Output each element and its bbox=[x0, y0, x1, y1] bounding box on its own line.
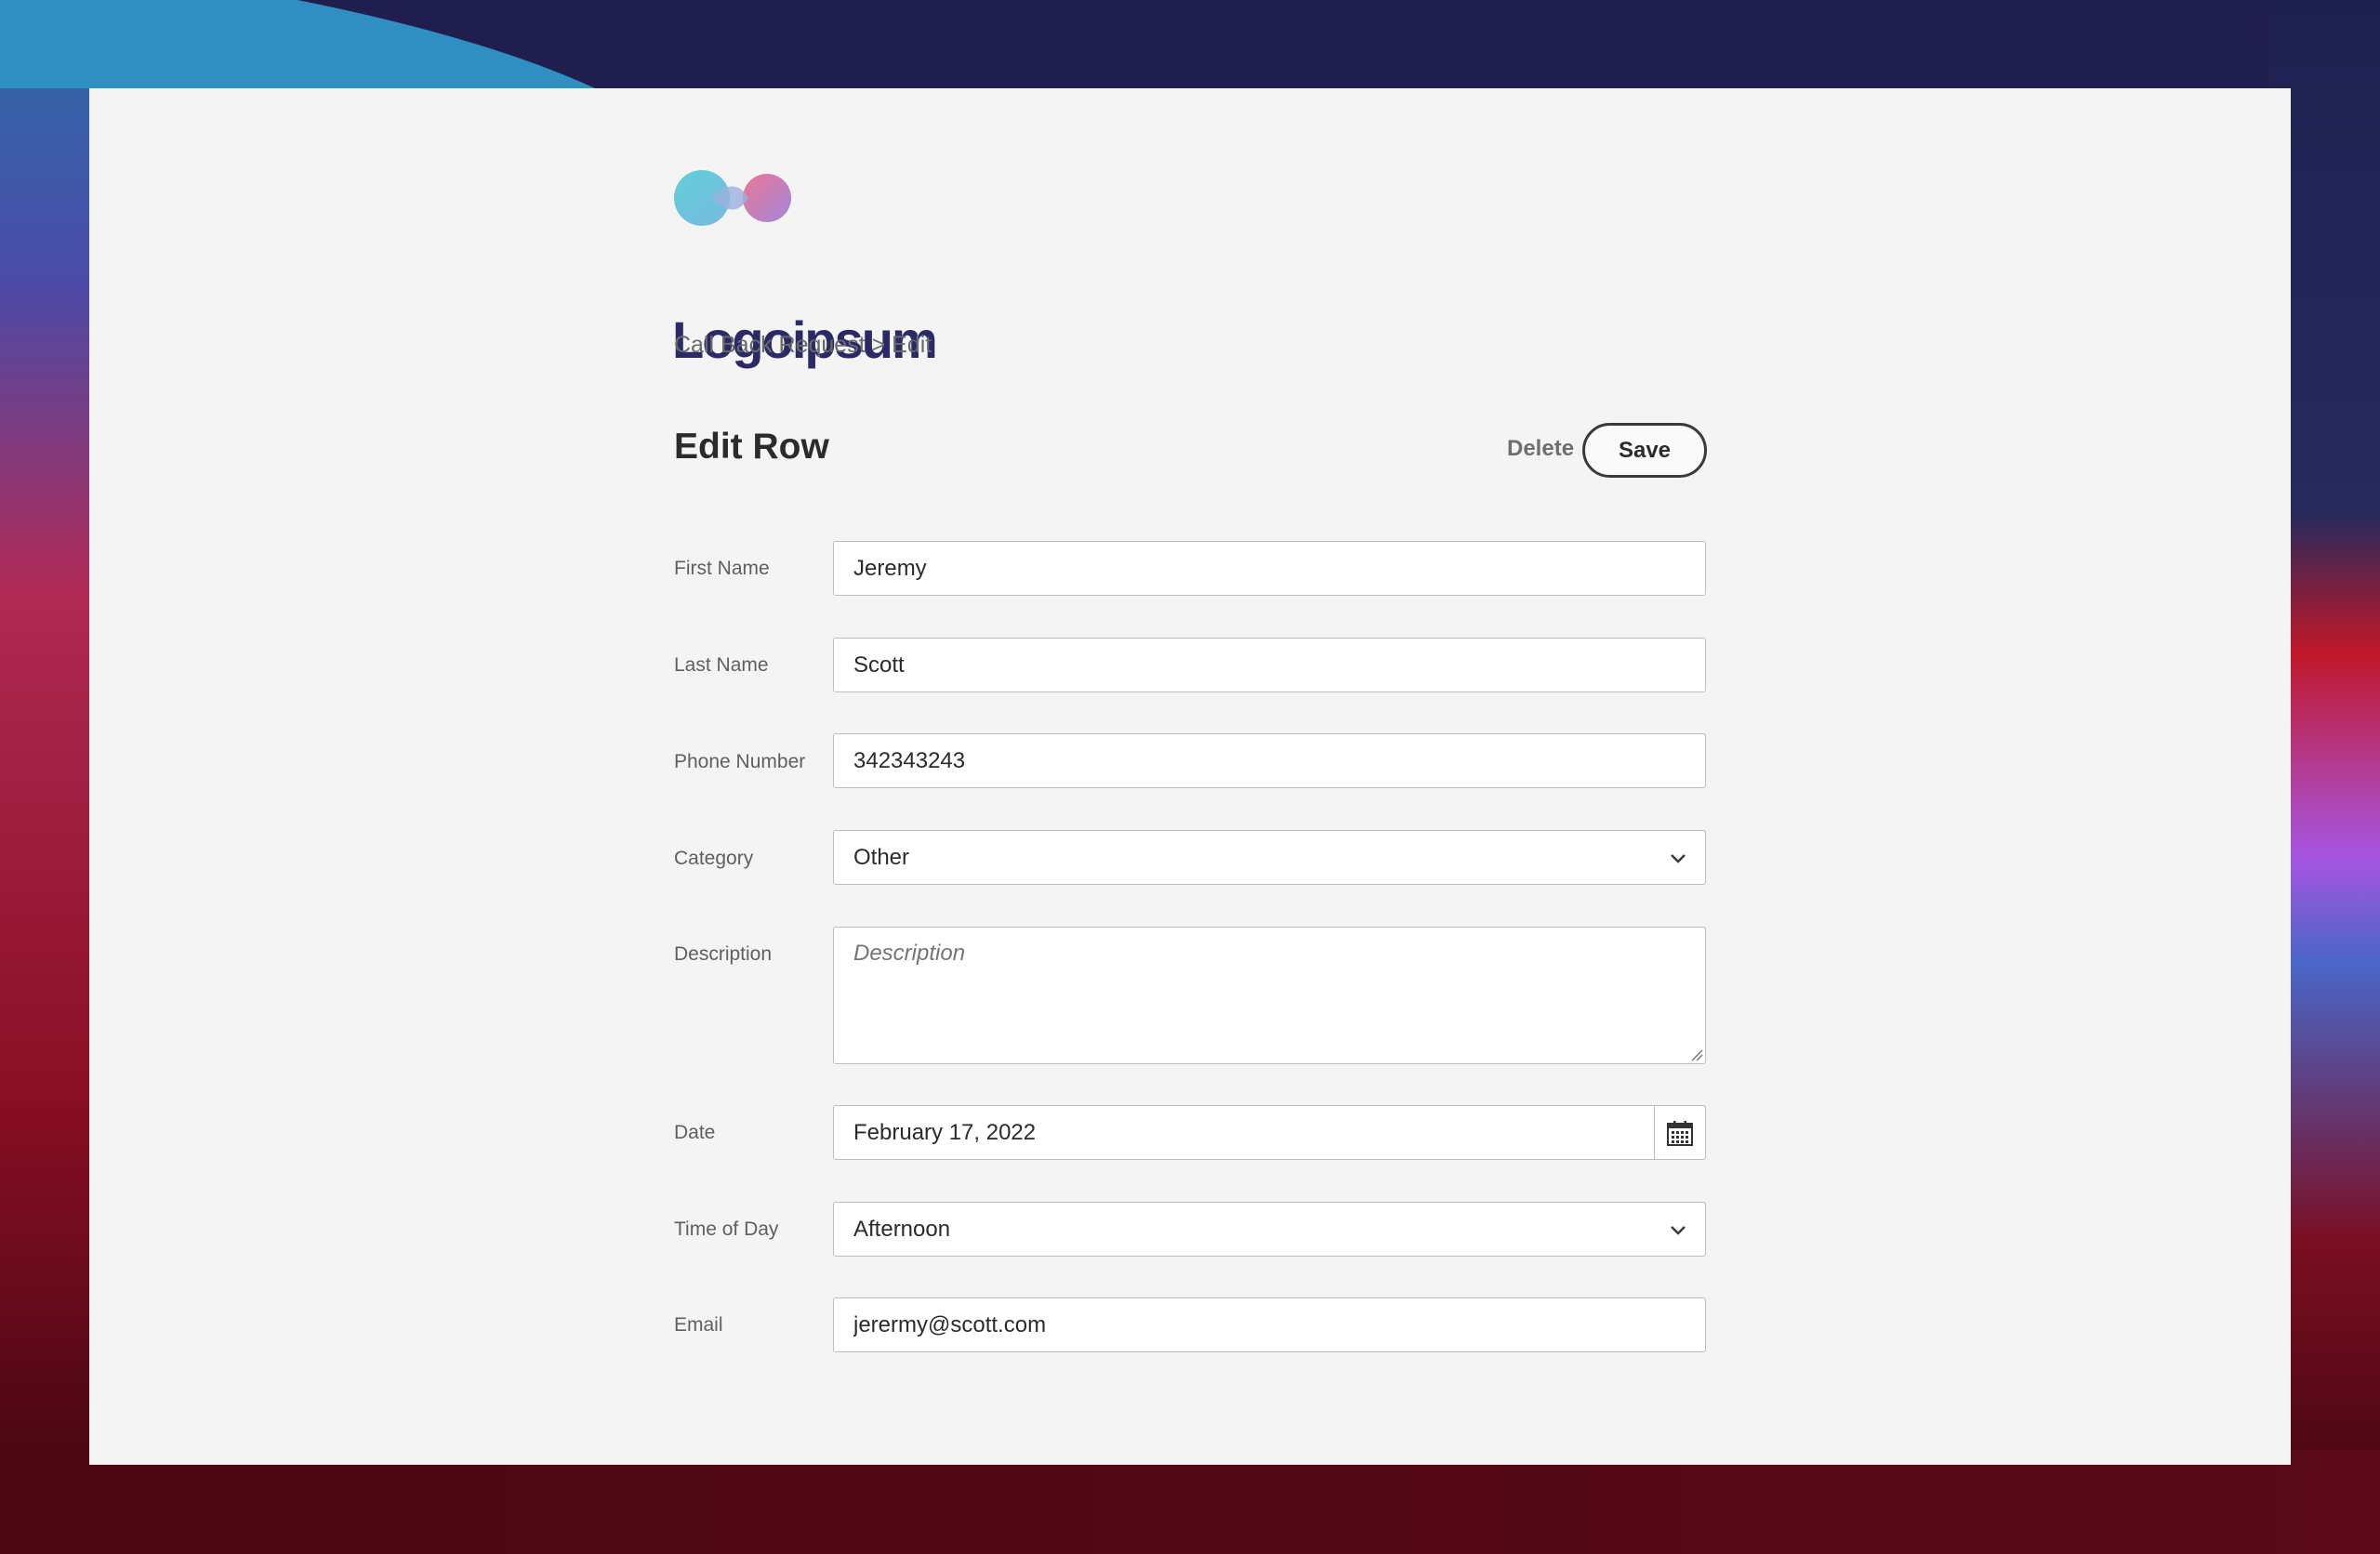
breadcrumb: Call Back Request > Edit bbox=[674, 332, 932, 359]
page-title: Edit Row bbox=[674, 427, 829, 467]
email-label: Email bbox=[674, 1314, 723, 1336]
phone-number-label: Phone Number bbox=[674, 751, 806, 772]
email-field[interactable] bbox=[833, 1297, 1706, 1352]
breadcrumb-parent-link[interactable]: Call Back Request bbox=[674, 332, 866, 358]
time-of-day-label: Time of Day bbox=[674, 1218, 779, 1240]
date-field[interactable] bbox=[833, 1105, 1655, 1160]
phone-number-field[interactable] bbox=[833, 733, 1706, 788]
resize-grip-icon[interactable] bbox=[1690, 1048, 1703, 1061]
save-button[interactable]: Save bbox=[1582, 423, 1707, 478]
date-picker bbox=[833, 1105, 1706, 1160]
time-of-day-selected-value: Afternoon bbox=[853, 1216, 951, 1242]
chevron-down-icon bbox=[1671, 1226, 1686, 1235]
breadcrumb-separator: > bbox=[871, 332, 886, 358]
delete-button[interactable]: Delete bbox=[1507, 430, 1574, 468]
app-window: Logoipsum Call Back Request > Edit Edit … bbox=[89, 88, 2291, 1465]
last-name-label: Last Name bbox=[674, 654, 769, 676]
description-field[interactable] bbox=[833, 927, 1706, 1064]
time-of-day-select[interactable]: Afternoon bbox=[833, 1202, 1706, 1257]
calendar-icon bbox=[1667, 1120, 1693, 1146]
date-label: Date bbox=[674, 1122, 716, 1143]
category-label: Category bbox=[674, 848, 754, 869]
logo: Logoipsum bbox=[672, 170, 938, 369]
breadcrumb-current: Edit bbox=[892, 332, 932, 358]
last-name-field[interactable] bbox=[833, 638, 1706, 692]
category-select[interactable]: Other bbox=[833, 830, 1706, 885]
chevron-down-icon bbox=[1671, 854, 1686, 863]
logo-mark-icon bbox=[674, 170, 791, 226]
category-selected-value: Other bbox=[853, 844, 910, 870]
description-wrapper bbox=[674, 927, 1706, 1064]
first-name-field[interactable] bbox=[833, 541, 1706, 596]
first-name-label: First Name bbox=[674, 558, 770, 579]
calendar-button[interactable] bbox=[1654, 1105, 1706, 1160]
